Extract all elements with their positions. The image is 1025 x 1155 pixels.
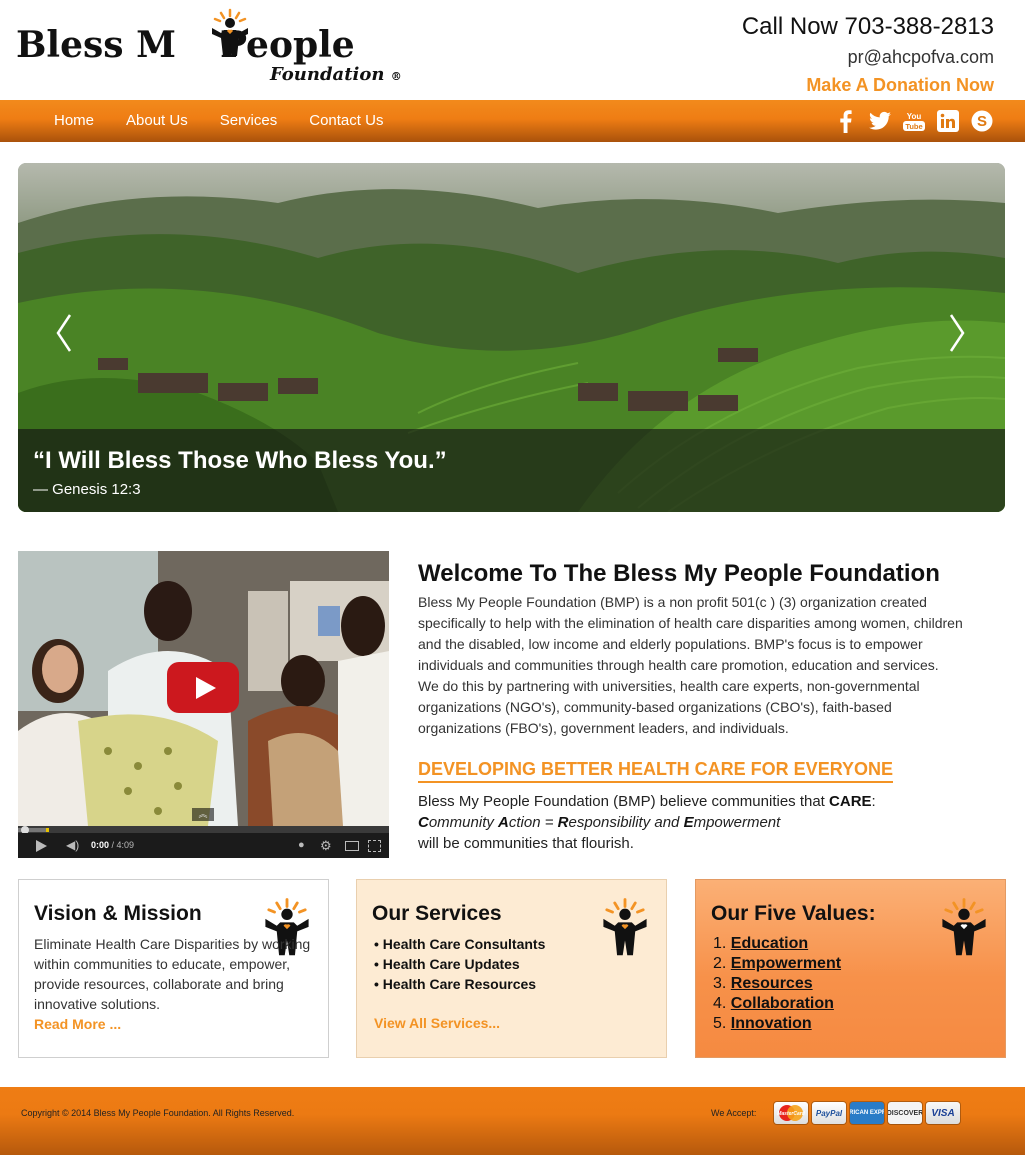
five-values-title: Our Five Values: bbox=[711, 902, 876, 925]
value-link-resources[interactable]: Resources bbox=[731, 975, 813, 992]
facebook-icon[interactable] bbox=[833, 107, 859, 135]
youtube-icon[interactable]: You Tube bbox=[901, 107, 927, 135]
site-logo[interactable]: Bless M People Foundation ® bbox=[16, 8, 436, 94]
video-chapter-marker bbox=[46, 828, 49, 832]
welcome-section: Welcome To The Bless My People Foundatio… bbox=[418, 558, 998, 854]
care-acronym: Community Action = Responsibility and Em… bbox=[418, 814, 781, 831]
player-size-icon[interactable] bbox=[344, 838, 359, 853]
video-expand-icon[interactable]: ︽ bbox=[192, 808, 214, 821]
video-play-button[interactable] bbox=[167, 662, 239, 713]
svg-text:S: S bbox=[977, 113, 987, 130]
play-icon[interactable] bbox=[35, 838, 47, 853]
nav-services[interactable]: Services bbox=[204, 100, 294, 142]
slider-prev-arrow[interactable] bbox=[52, 313, 76, 353]
value-link-empowerment[interactable]: Empowerment bbox=[731, 955, 841, 972]
list-item: 4. Collaboration bbox=[713, 995, 834, 1012]
video-time: 0:00 / 4:09 bbox=[91, 840, 134, 850]
figure-icon bbox=[942, 898, 986, 956]
volume-icon[interactable]: ◀) bbox=[66, 838, 82, 853]
fullscreen-icon[interactable] bbox=[367, 838, 382, 853]
paypal-icon: PayPal bbox=[812, 1102, 846, 1124]
video-current-time: 0:00 bbox=[91, 840, 110, 850]
care-subheading: DEVELOPING BETTER HEALTH CARE FOR EVERYO… bbox=[418, 757, 894, 783]
list-item: 3. Resources bbox=[713, 975, 813, 992]
amex-icon: AMERICAN EXPRESS bbox=[850, 1102, 884, 1124]
video-player[interactable]: ︽ ◀) 0:00 / 4:09 ● ⚙ bbox=[18, 551, 389, 858]
welcome-paragraph: Bless My People Foundation (BMP) is a no… bbox=[418, 594, 963, 736]
slider-next-arrow[interactable] bbox=[945, 313, 969, 353]
svg-text:You: You bbox=[907, 112, 922, 121]
site-header: Bless M People Foundation ® Call Now 703-… bbox=[0, 0, 1025, 100]
hero-slider: “I Will Bless Those Who Bless You.” — Ge… bbox=[18, 163, 1005, 512]
hero-caption: “I Will Bless Those Who Bless You.” — Ge… bbox=[18, 429, 1005, 512]
welcome-title: Welcome To The Bless My People Foundatio… bbox=[418, 560, 940, 587]
hero-quote: “I Will Bless Those Who Bless You.” bbox=[33, 447, 447, 474]
visa-icon: VISA bbox=[926, 1102, 960, 1124]
list-item: 1. Education bbox=[713, 935, 809, 952]
header-contact: Call Now 703-388-2813 pr@ahcpofva.com Ma… bbox=[742, 12, 994, 98]
video-duration: / 4:09 bbox=[111, 840, 135, 850]
list-item: • Health Care Updates bbox=[374, 956, 520, 972]
read-more-link[interactable]: Read More ... bbox=[34, 1014, 121, 1034]
svg-text:Tube: Tube bbox=[905, 122, 922, 131]
services-title: Our Services bbox=[372, 902, 502, 925]
vision-mission-box: Vision & Mission Eliminate Health Care D… bbox=[18, 879, 329, 1058]
services-list: • Health Care Consultants • Health Care … bbox=[374, 934, 545, 994]
hero-citation: — Genesis 12:3 bbox=[33, 481, 141, 498]
call-now-phone[interactable]: Call Now 703-388-2813 bbox=[742, 12, 994, 42]
value-link-innovation[interactable]: Innovation bbox=[731, 1015, 812, 1032]
linkedin-icon[interactable] bbox=[935, 107, 961, 135]
list-item: • Health Care Consultants bbox=[374, 936, 546, 952]
skype-icon[interactable]: S bbox=[969, 107, 995, 135]
donate-link[interactable]: Make A Donation Now bbox=[742, 72, 994, 98]
nav-home[interactable]: Home bbox=[38, 100, 110, 142]
site-footer: Copyright © 2014 Bless My People Foundat… bbox=[0, 1087, 1025, 1155]
video-progress-bar[interactable] bbox=[18, 826, 389, 834]
value-link-collaboration[interactable]: Collaboration bbox=[731, 995, 834, 1012]
payment-cards: MasterCard PayPal AMERICAN EXPRESS DISCO… bbox=[774, 1102, 960, 1124]
discover-icon: DISCOVER bbox=[888, 1102, 922, 1124]
twitter-icon[interactable] bbox=[867, 107, 893, 135]
we-accept-label: We Accept: bbox=[711, 1108, 757, 1118]
list-item: 5. Innovation bbox=[713, 1015, 812, 1032]
view-all-services-link[interactable]: View All Services... bbox=[374, 1015, 500, 1031]
value-link-education[interactable]: Education bbox=[731, 935, 808, 952]
gear-icon[interactable]: ⚙ bbox=[320, 838, 334, 853]
five-values-box: Our Five Values: 1. Education 2. Empower… bbox=[695, 879, 1006, 1058]
nav-about-us[interactable]: About Us bbox=[110, 100, 204, 142]
annotations-icon[interactable]: ● bbox=[298, 838, 310, 853]
list-item: 2. Empowerment bbox=[713, 955, 842, 972]
values-list: 1. Education 2. Empowerment 3. Resources… bbox=[713, 934, 841, 1034]
vision-mission-text: Eliminate Health Care Disparities by wor… bbox=[34, 936, 311, 1012]
logo-wordmark: Bless M People bbox=[16, 24, 355, 66]
list-item: • Health Care Resources bbox=[374, 976, 537, 992]
vision-mission-title: Vision & Mission bbox=[34, 902, 202, 925]
social-links: You Tube S bbox=[833, 107, 995, 135]
copyright-text: Copyright © 2014 Bless My People Foundat… bbox=[21, 1108, 295, 1118]
logo-figure-icon bbox=[212, 8, 248, 56]
services-box: Our Services • Health Care Consultants •… bbox=[356, 879, 667, 1058]
care-statement: Bless My People Foundation (BMP) believe… bbox=[418, 791, 998, 854]
main-nav: Home About Us Services Contact Us You Tub… bbox=[0, 100, 1025, 142]
nav-contact-us[interactable]: Contact Us bbox=[293, 100, 399, 142]
logo-word-left: Bless M bbox=[16, 24, 176, 66]
contact-email-link[interactable]: pr@ahcpofva.com bbox=[742, 44, 994, 70]
mastercard-icon: MasterCard bbox=[774, 1102, 808, 1124]
svg-text:MasterCard: MasterCard bbox=[777, 1111, 805, 1117]
video-controls: ◀) 0:00 / 4:09 ● ⚙ bbox=[18, 833, 389, 858]
figure-icon bbox=[603, 898, 647, 956]
care-word: CARE bbox=[829, 793, 872, 810]
logo-subtitle: Foundation ® bbox=[270, 64, 402, 85]
